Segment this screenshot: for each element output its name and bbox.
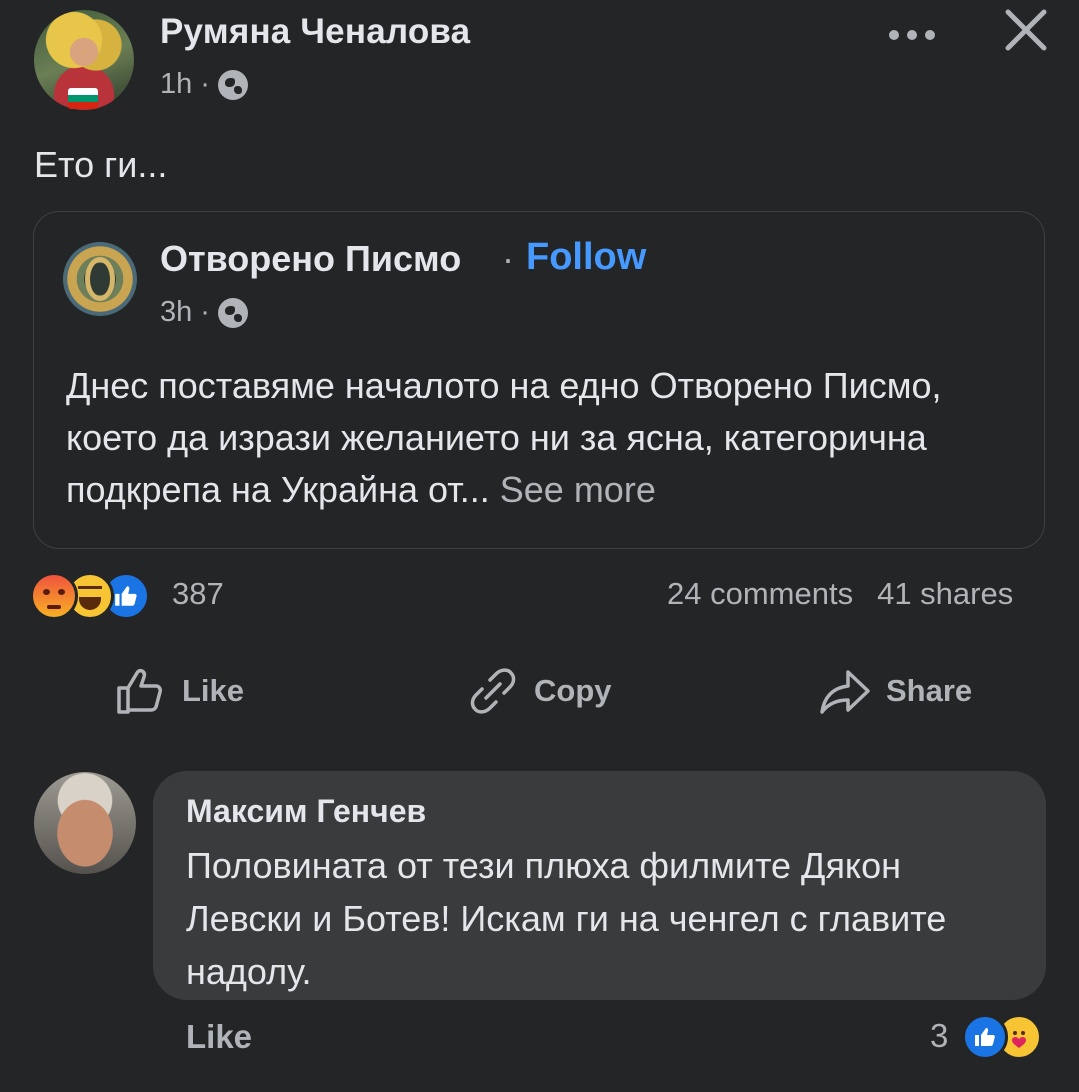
close-icon [1005, 9, 1047, 51]
meta-separator: · [200, 68, 210, 100]
angry-reaction-icon [30, 572, 78, 620]
like-button[interactable]: Like [114, 664, 244, 718]
reaction-summary[interactable] [30, 572, 150, 620]
comment-text: Половината от тези плюха филмите Дякон Л… [186, 845, 947, 992]
copy-label: Copy [534, 673, 612, 708]
shared-post-text: Днес поставяме началото на едно Отворено… [66, 360, 1026, 516]
shared-post-meta: 3h · [160, 296, 248, 329]
share-icon [820, 670, 870, 714]
comment-reaction-count[interactable]: 3 [930, 1017, 948, 1055]
comment-reactions[interactable] [962, 1014, 1042, 1060]
shares-count[interactable]: 41 shares [877, 576, 1013, 612]
comments-count[interactable]: 24 comments [667, 576, 853, 612]
like-label: Like [182, 673, 245, 708]
share-button[interactable]: Share [818, 664, 972, 718]
post-time[interactable]: 1h [160, 68, 192, 101]
like-reaction-icon [962, 1014, 1008, 1060]
globe-icon [217, 69, 248, 100]
shared-page-name[interactable]: Отворено Писмо [160, 238, 461, 280]
comment-author-name[interactable]: Максим Генчев [186, 793, 426, 830]
share-label: Share [886, 673, 973, 708]
post-author-name[interactable]: Румяна Ченалова [160, 12, 470, 52]
page-avatar[interactable] [63, 242, 137, 316]
copy-button[interactable]: Copy [466, 664, 612, 718]
close-button[interactable] [1000, 4, 1052, 56]
post-text: Ето ги... [34, 144, 168, 185]
more-options-button[interactable] [886, 10, 938, 55]
commenter-avatar[interactable] [34, 772, 136, 874]
like-icon [117, 668, 162, 714]
comment-like-button[interactable]: Like [186, 1018, 252, 1056]
shared-post-time[interactable]: 3h [160, 296, 192, 329]
copy-link-icon [470, 668, 516, 714]
see-more-link[interactable]: See more [500, 469, 656, 510]
post-meta: 1h · [160, 68, 248, 101]
follow-button[interactable]: Follow [526, 236, 646, 279]
engagement-counts: 24 comments 41 shares [667, 576, 1013, 612]
reaction-count[interactable]: 387 [172, 576, 224, 612]
more-icon [889, 30, 935, 40]
globe-icon [217, 297, 248, 328]
follow-separator: · [502, 238, 514, 279]
flag-icon [68, 88, 98, 109]
meta-separator: · [200, 296, 210, 328]
